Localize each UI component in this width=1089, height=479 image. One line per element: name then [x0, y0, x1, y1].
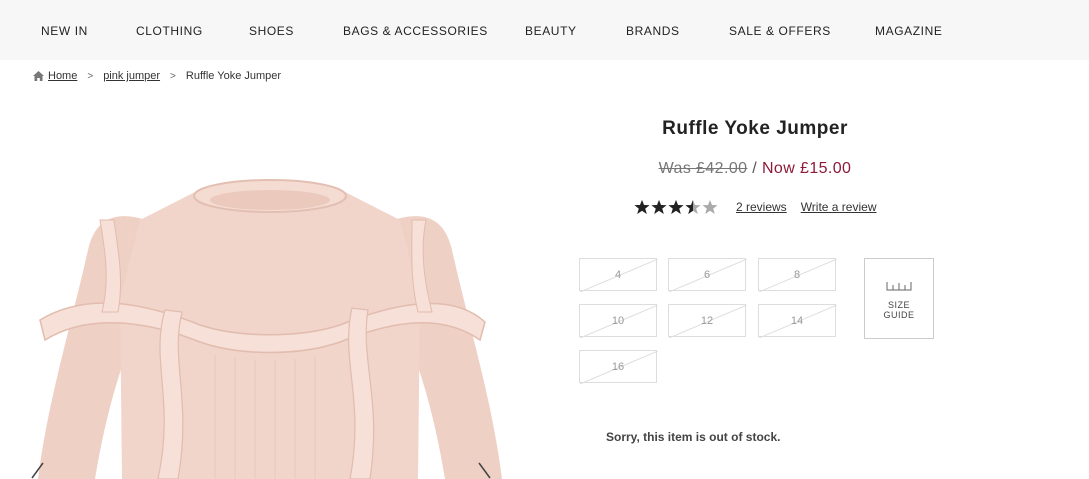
nav-item-beauty[interactable]: BEAUTY — [525, 24, 577, 38]
size-label: 8 — [793, 269, 801, 281]
breadcrumb-separator: > — [87, 70, 94, 82]
breadcrumb-home-link[interactable]: Home — [48, 70, 77, 82]
size-guide-button[interactable]: SIZE GUIDE — [864, 258, 934, 339]
star-icon — [651, 200, 667, 214]
size-option-unavailable[interactable]: 6 — [668, 258, 747, 292]
size-label: 10 — [611, 315, 625, 327]
nav-item-magazine[interactable]: MAGAZINE — [875, 24, 942, 38]
jumper-illustration — [38, 179, 502, 479]
size-guide-label-line1: SIZE — [887, 300, 910, 310]
size-label: 6 — [703, 269, 711, 281]
star-icon — [634, 200, 650, 214]
nav-item-brands[interactable]: BRANDS — [626, 24, 680, 38]
reviews-link[interactable]: 2 reviews — [736, 200, 787, 214]
price-separator: / — [747, 160, 762, 177]
write-review-link[interactable]: Write a review — [801, 200, 877, 214]
breadcrumb: Home > pink jumper > Ruffle Yoke Jumper — [33, 68, 281, 84]
next-image-arrow-icon[interactable] — [478, 462, 492, 479]
nav-item-new-in[interactable]: NEW IN — [41, 24, 88, 38]
previous-image-arrow-icon[interactable] — [30, 462, 44, 479]
size-option-unavailable[interactable]: 10 — [579, 304, 658, 338]
star-icon — [668, 200, 684, 214]
size-label: 16 — [611, 361, 625, 373]
size-option-unavailable[interactable]: 12 — [668, 304, 747, 338]
size-option-unavailable[interactable]: 16 — [579, 350, 658, 384]
was-price: Was £42.00 — [658, 160, 748, 177]
size-label: 12 — [700, 315, 714, 327]
product-image[interactable] — [0, 100, 540, 479]
size-label: 4 — [614, 269, 622, 281]
size-option-unavailable[interactable]: 8 — [758, 258, 837, 292]
star-rating — [634, 199, 718, 215]
nav-item-sale-offers[interactable]: SALE & OFFERS — [729, 24, 831, 38]
product-title: Ruffle Yoke Jumper — [662, 118, 848, 139]
nav-item-clothing[interactable]: CLOTHING — [136, 24, 203, 38]
size-option-unavailable[interactable]: 4 — [579, 258, 658, 292]
ruler-icon — [886, 282, 912, 291]
size-label: 14 — [790, 315, 804, 327]
product-price: Was £42.00 / Now £15.00 — [580, 160, 930, 178]
top-navigation: NEW IN CLOTHING SHOES BAGS & ACCESSORIES… — [0, 0, 1089, 60]
now-price: Now £15.00 — [761, 160, 852, 177]
size-guide-label-line2: GUIDE — [883, 310, 915, 320]
breadcrumb-category-link[interactable]: pink jumper — [103, 70, 160, 82]
size-option-unavailable[interactable]: 14 — [758, 304, 837, 338]
home-icon[interactable] — [33, 71, 44, 81]
nav-item-shoes[interactable]: SHOES — [249, 24, 294, 38]
breadcrumb-separator: > — [170, 70, 176, 82]
out-of-stock-message: Sorry, this item is out of stock. — [606, 430, 781, 444]
star-icon — [702, 200, 718, 214]
nav-item-bags-accessories[interactable]: BAGS & ACCESSORIES — [343, 24, 488, 38]
breadcrumb-current: Ruffle Yoke Jumper — [185, 70, 282, 82]
star-icon — [685, 200, 701, 214]
product-rating: 2 reviews Write a review — [634, 197, 890, 217]
